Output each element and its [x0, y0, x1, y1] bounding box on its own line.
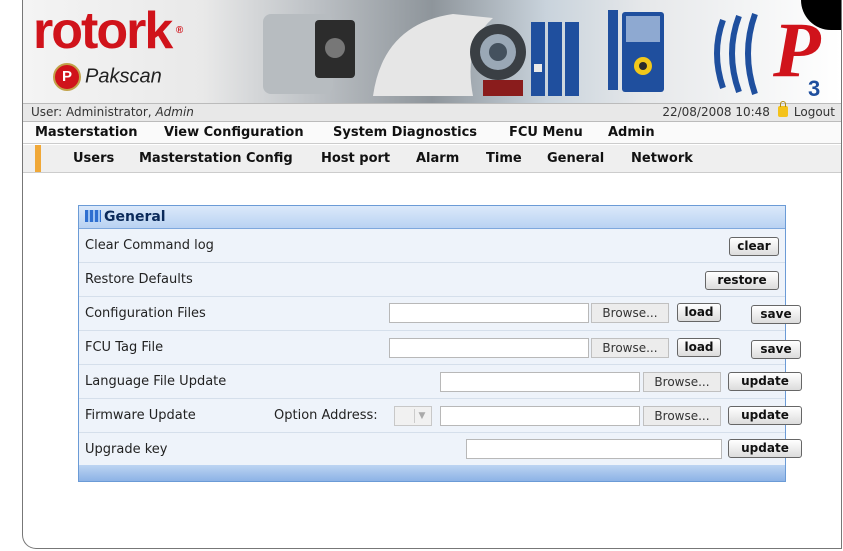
row-configuration-files: Configuration Files Browse... load save — [79, 297, 801, 331]
language-file-input[interactable] — [440, 372, 640, 392]
row-restore-defaults: Restore Defaults restore — [79, 263, 785, 297]
logout-link[interactable]: Logout — [794, 105, 835, 119]
language-browse-button[interactable]: Browse... — [643, 372, 721, 392]
pakscan-brand: P Pakscan — [53, 63, 162, 91]
user-role: Admin — [155, 105, 194, 119]
menu-fcu-menu[interactable]: FCU Menu — [509, 122, 583, 143]
firmware-label: Firmware Update — [85, 408, 196, 423]
session-info: 22/08/2008 10:48 Logout — [662, 101, 835, 121]
svg-text:3: 3 — [808, 76, 820, 98]
datetime: 22/08/2008 10:48 — [662, 105, 770, 119]
panel-header: General — [79, 206, 785, 229]
pakscan-badge-icon: P — [53, 63, 81, 91]
row-language-file-update: Language File Update Browse... update — [79, 365, 802, 399]
upgrade-key-input[interactable] — [466, 439, 722, 459]
tab-masterstation-config[interactable]: Masterstation Config — [139, 145, 293, 172]
firmware-file-input[interactable] — [440, 406, 640, 426]
logo-text: rotork — [33, 2, 173, 60]
lock-icon — [777, 101, 788, 117]
language-update-button[interactable]: update — [728, 372, 802, 391]
fcu-tag-save-button[interactable]: save — [751, 340, 801, 359]
user-bar: User: Administrator, Admin 22/08/2008 10… — [23, 101, 841, 122]
fcu-tag-label: FCU Tag File — [85, 340, 164, 355]
row-firmware-update: Firmware Update Option Address: ▼ Browse… — [79, 399, 802, 433]
app-frame: rotork ® P Pakscan P 3 User: Administrat… — [22, 0, 842, 549]
tab-alarm[interactable]: Alarm — [416, 145, 459, 172]
config-save-button[interactable]: save — [751, 305, 801, 324]
fcu-tag-load-button[interactable]: load — [677, 338, 721, 357]
user-prefix: User: Administrator, — [31, 105, 156, 119]
fcu-tag-browse-button[interactable]: Browse... — [591, 338, 669, 358]
chevron-down-icon: ▼ — [414, 409, 429, 423]
menu-view-configuration[interactable]: View Configuration — [164, 122, 304, 143]
panel-title: General — [104, 209, 166, 225]
config-files-label: Configuration Files — [85, 306, 206, 321]
option-address-label: Option Address: — [274, 408, 378, 423]
clear-log-label: Clear Command log — [85, 238, 214, 253]
config-file-input[interactable] — [389, 303, 589, 323]
tab-network[interactable]: Network — [631, 145, 693, 172]
upgrade-key-update-button[interactable]: update — [728, 439, 802, 458]
config-browse-button[interactable]: Browse... — [591, 303, 669, 323]
masterstation-device-image — [608, 10, 664, 92]
tab-general[interactable]: General — [547, 145, 604, 172]
header-banner: rotork ® P Pakscan P 3 — [23, 0, 841, 103]
language-label: Language File Update — [85, 374, 227, 389]
submenu-accent — [35, 145, 41, 172]
firmware-update-button[interactable]: update — [728, 406, 802, 425]
tab-time[interactable]: Time — [486, 145, 522, 172]
fcu-tag-file-input[interactable] — [389, 338, 589, 358]
user-info: User: Administrator, Admin — [31, 104, 194, 121]
main-menu: Masterstation View Configuration System … — [23, 122, 841, 144]
registered-mark: ® — [175, 25, 184, 36]
general-panel: General Clear Command log clear Restore … — [78, 205, 802, 482]
panel-footer — [79, 465, 785, 481]
grid-icon — [85, 210, 101, 222]
restore-button[interactable]: restore — [705, 271, 779, 290]
pakscan-name: Pakscan — [85, 65, 162, 88]
menu-masterstation[interactable]: Masterstation — [35, 122, 137, 143]
row-clear-command-log: Clear Command log clear — [79, 229, 785, 263]
menu-admin[interactable]: Admin — [608, 122, 655, 143]
tab-users[interactable]: Users — [73, 145, 114, 172]
restore-label: Restore Defaults — [85, 272, 193, 287]
row-fcu-tag-file: FCU Tag File Browse... load save — [79, 331, 801, 365]
tab-host-port[interactable]: Host port — [321, 145, 390, 172]
firmware-browse-button[interactable]: Browse... — [643, 406, 721, 426]
row-upgrade-key: Upgrade key update — [79, 433, 802, 467]
actuator-products-image — [263, 14, 579, 96]
clear-button[interactable]: clear — [729, 237, 779, 256]
menu-system-diagnostics[interactable]: System Diagnostics — [333, 122, 477, 143]
rotork-logo: rotork ® — [33, 5, 183, 57]
admin-sub-menu: Users Masterstation Config Host port Ala… — [23, 145, 841, 173]
config-load-button[interactable]: load — [677, 303, 721, 322]
option-address-select[interactable]: ▼ — [394, 406, 432, 426]
upgrade-key-label: Upgrade key — [85, 442, 168, 457]
